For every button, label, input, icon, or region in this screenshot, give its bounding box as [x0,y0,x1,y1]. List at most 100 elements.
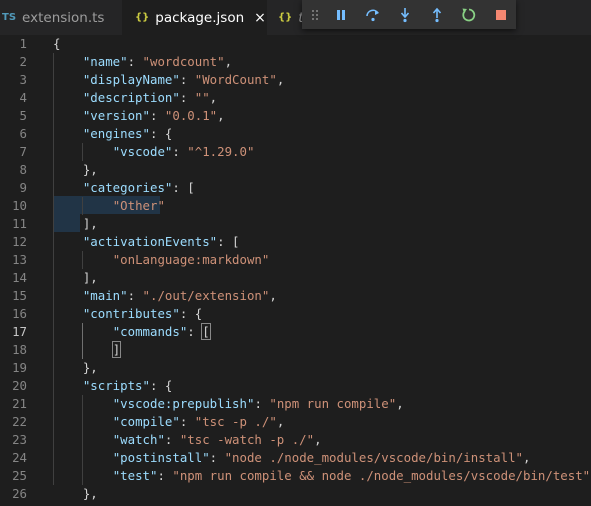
json-punctuation [53,414,113,429]
json-punctuation: { [53,36,61,51]
line-number: 24 [12,450,27,465]
json-string: "^1.29.0" [187,144,255,159]
code-line[interactable]: 12 "activationEvents": [ [0,233,591,251]
step-over-icon[interactable] [360,0,386,29]
line-number: 25 [12,468,27,483]
code-line[interactable]: 22 "compile": "tsc -p ./", [0,413,591,431]
json-string: "tsc -watch -p ./" [179,432,315,447]
code-line[interactable]: 19 }, [0,359,591,377]
code-line[interactable]: 15 "main": "./out/extension", [0,287,591,305]
code-line[interactable]: 11 ], [0,215,591,233]
debug-toolbar [302,0,516,29]
code-line[interactable]: 9 "categories": [ [0,179,591,197]
json-punctuation: , [209,90,218,105]
line-code: "contributes": { [53,305,202,323]
typescript-file-icon: TS [2,12,17,23]
json-punctuation: , [224,54,233,69]
json-punctuation [53,450,113,465]
json-file-icon: {} [135,12,150,23]
json-punctuation: }, [53,360,98,375]
line-number: 5 [19,108,27,123]
json-punctuation: : [149,108,165,123]
line-number: 13 [12,252,27,267]
stop-icon[interactable] [488,0,514,29]
code-line[interactable]: 26 }, [0,485,591,503]
tab-label: extension.ts [22,9,105,26]
json-key: "scripts" [82,378,150,393]
code-line[interactable]: 7 "vscode": "^1.29.0" [0,143,591,161]
line-code: "main": "./out/extension", [53,287,277,305]
code-line[interactable]: 25 "test": "npm run compile && node ./no… [0,467,591,485]
line-code: "scripts": { [53,377,173,395]
code-line[interactable]: 1{ [0,35,591,53]
line-code: ], [53,215,98,233]
step-into-icon[interactable] [392,0,418,29]
code-line[interactable]: 6 "engines": { [0,125,591,143]
close-icon[interactable]: × [254,10,266,26]
line-code: "engines": { [53,125,173,143]
line-number: 22 [12,414,27,429]
code-line[interactable]: 4 "description": "", [0,89,591,107]
line-code: "test": "npm run compile && node ./node_… [53,467,590,485]
line-code: "displayName": "WordCount", [53,71,284,89]
line-number: 7 [19,144,27,159]
code-line[interactable]: 21 "vscode:prepublish": "npm run compile… [0,395,591,413]
bracket-match: [ [201,323,211,340]
json-string: "tsc -p ./" [194,414,277,429]
code-line[interactable]: 14 ], [0,269,591,287]
code-line[interactable]: 16 "contributes": { [0,305,591,323]
json-punctuation: : [127,54,143,69]
line-code: "vscode": "^1.29.0" [53,143,255,161]
tab-package-json[interactable]: {} package.json × [122,0,267,35]
code-line[interactable]: 18 ] [0,341,591,359]
json-punctuation: , [276,414,285,429]
json-punctuation: }, [53,162,98,177]
code-line[interactable]: 5 "version": "0.0.1", [0,107,591,125]
line-code: "Other" [53,197,165,215]
line-number: 6 [19,126,27,141]
line-code: "watch": "tsc -watch -p ./", [53,431,322,449]
json-key: "compile" [112,414,180,429]
line-number: 1 [19,36,27,51]
json-key: "categories" [82,180,173,195]
json-punctuation: : [254,396,270,411]
code-line[interactable]: 17 "commands": [ [0,323,591,341]
line-number: 12 [12,234,27,249]
json-punctuation [53,198,113,213]
line-number: 23 [12,432,27,447]
line-code: ] [53,341,122,359]
tab-label: package.json [155,9,245,26]
code-line[interactable]: 8 }, [0,161,591,179]
code-line[interactable]: 20 "scripts": { [0,377,591,395]
json-punctuation: : { [179,306,203,321]
line-code: "categories": [ [53,179,195,197]
line-number: 26 [12,486,27,501]
json-key: "displayName" [82,72,180,87]
tab-extension-ts[interactable]: TS extension.ts [0,0,124,35]
pause-icon[interactable] [328,0,354,29]
json-string: "node ./node_modules/vscode/bin/install" [224,450,523,465]
line-number: 9 [19,180,27,195]
json-punctuation: , [276,72,285,87]
line-number: 11 [12,216,27,231]
code-line[interactable]: 13 "onLanguage:markdown" [0,251,591,269]
json-punctuation: : [164,432,180,447]
code-line[interactable]: 2 "name": "wordcount", [0,53,591,71]
code-line[interactable]: 10 "Other" [0,197,591,215]
json-key: "engines" [82,126,150,141]
restart-icon[interactable] [456,0,482,29]
json-punctuation [53,234,83,249]
code-line[interactable]: 3 "displayName": "WordCount", [0,71,591,89]
json-punctuation: : { [149,126,173,141]
line-code: "activationEvents": [ [53,233,240,251]
line-code: "postinstall": "node ./node_modules/vsco… [53,449,531,467]
line-code: "vscode:prepublish": "npm run compile", [53,395,404,413]
code-line[interactable]: 24 "postinstall": "node ./node_modules/v… [0,449,591,467]
json-punctuation [53,396,113,411]
drag-handle-icon[interactable] [304,0,326,29]
json-key: "postinstall" [112,450,210,465]
line-number: 3 [19,72,27,87]
step-out-icon[interactable] [424,0,450,29]
code-line[interactable]: 23 "watch": "tsc -watch -p ./", [0,431,591,449]
code-editor[interactable]: 1{2 "name": "wordcount", 3 "displayName":… [0,35,591,506]
